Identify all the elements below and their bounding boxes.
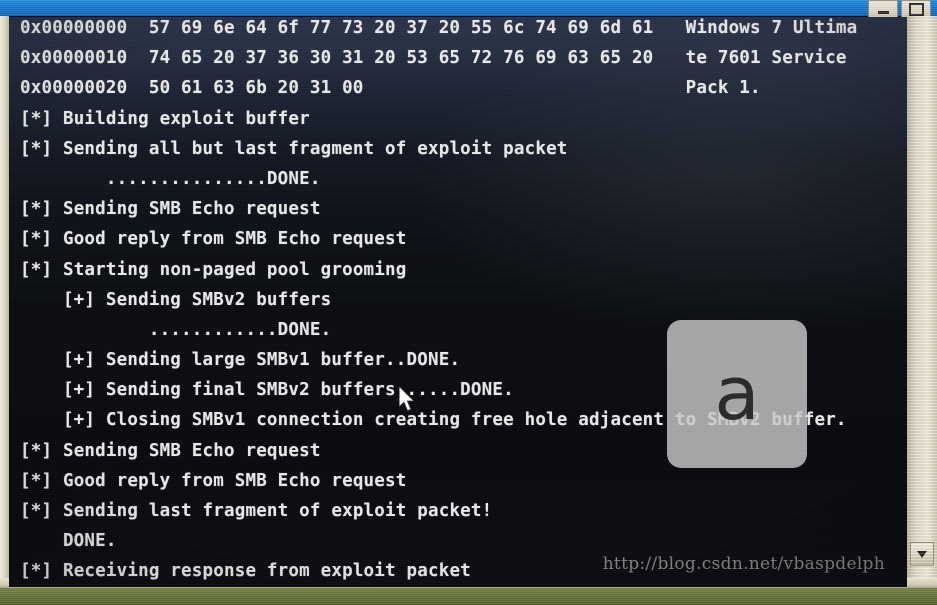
log-marker: [*] xyxy=(20,138,53,159)
terminal-output: 0x00000000 57 69 6e 64 6f 77 73 20 37 20… xyxy=(20,17,907,587)
log-line: [*] Sending SMB Echo request xyxy=(20,199,321,220)
terminal-console[interactable]: 0x00000000 57 69 6e 64 6f 77 73 20 37 20… xyxy=(9,17,907,587)
log-marker: [+] xyxy=(20,410,96,431)
log-marker: [+] xyxy=(20,289,96,310)
hexdump-row: 0x00000020 50 61 63 6b 20 31 00 Pack 1. xyxy=(20,78,761,99)
log-line: [*] Good reply from SMB Echo request xyxy=(20,229,407,250)
log-marker: [*] xyxy=(20,108,53,129)
window-scrollbar-track[interactable] xyxy=(907,16,937,588)
log-line: [*] Good reply from SMB Echo request xyxy=(20,470,407,491)
log-marker: [*] xyxy=(20,501,53,521)
hexdump-row: 0x00000000 57 69 6e 64 6f 77 73 20 37 20… xyxy=(20,18,858,38)
keypress-overlay: a xyxy=(667,320,807,468)
minimize-icon xyxy=(877,11,889,14)
chevron-down-icon xyxy=(917,550,927,558)
mouse-cursor-icon xyxy=(399,386,416,412)
log-marker: [*] xyxy=(20,470,53,491)
log-line: [*] Starting non-paged pool grooming xyxy=(20,259,407,280)
log-line: [*] Sending last fragment of exploit pac… xyxy=(20,501,493,521)
desktop-background-strip xyxy=(0,585,937,605)
maximize-icon xyxy=(908,3,924,16)
log-line: ...............DONE. xyxy=(20,168,321,189)
watermark-text: http://blog.csdn.net/vbaspdelph xyxy=(602,553,885,574)
log-marker: [+] xyxy=(20,350,96,371)
log-marker: [*] xyxy=(20,440,53,461)
log-line: [*] Sending all but last fragment of exp… xyxy=(20,138,568,159)
window-border-left xyxy=(0,16,9,588)
log-marker: [*] xyxy=(20,561,53,582)
log-marker: [+] xyxy=(20,380,96,401)
log-marker: [*] xyxy=(20,229,53,250)
log-marker: [*] xyxy=(20,199,53,220)
window-title-bar[interactable] xyxy=(0,0,937,19)
log-marker: [*] xyxy=(20,259,53,280)
hexdump-row: 0x00000010 74 65 20 37 36 30 31 20 53 65… xyxy=(20,48,858,69)
screenshot-photo: 0x00000000 57 69 6e 64 6f 77 73 20 37 20… xyxy=(0,0,937,605)
log-line: [*] Building exploit buffer xyxy=(20,108,310,129)
log-line: [+] Sending SMBv2 buffers xyxy=(20,289,332,310)
scrollbar-down-button[interactable] xyxy=(910,542,934,566)
